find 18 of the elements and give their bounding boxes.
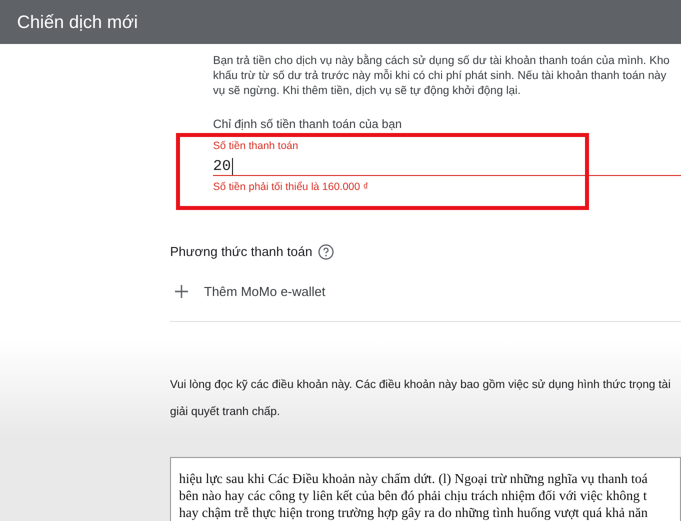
intro-text: Bạn trả tiền cho dịch vụ này bằng cách sử dụng số dư tài khoản thanh toán của mình. Kho — [213, 54, 671, 69]
terms-text: hay chậm trễ thực hiện trong trường hợp gây ra do những tình huống vượt quá khả năn — [179, 504, 649, 521]
help-icon[interactable] — [318, 244, 334, 260]
plus-icon — [175, 285, 188, 298]
error-message: Số tiền phải tối thiểu là 160.000 ₫ — [213, 181, 368, 194]
section-heading: Phương thức thanh toán — [170, 242, 312, 261]
intro-text: khấu trừ từ số dư trả trước này mỗi khi có chi phí phát sinh. Nếu tài khoản thanh toán này — [213, 69, 668, 84]
field-value: 20 — [213, 158, 234, 174]
add-wallet-button[interactable]: Thêm MoMo e-wallet — [170, 284, 326, 300]
terms-text: hiệu lực sau khi Các Điều khoản này chấm dứt. (l) Ngoại trừ những nghĩa vụ thanh toá — [179, 470, 649, 487]
amount-field[interactable]: Số tiền thanh toán 20 — [213, 140, 681, 176]
amount-heading: Chỉ định số tiền thanh toán của bạn — [213, 117, 402, 132]
terms-text: bên nào hay các công ty liên kết của bên đó phải chịu trách nhiệm đối với việc không t — [179, 487, 648, 504]
terms-notice: giải quyết tranh chấp. — [170, 405, 281, 420]
window-title: Chiến dịch mới — [17, 10, 138, 34]
intro-text: vụ sẽ ngừng. Khi thêm tiền, dịch vụ sẽ tự động khởi động lại. — [213, 84, 522, 99]
field-label: Số tiền thanh toán — [213, 140, 298, 153]
terms-notice: Vui lòng đọc kỹ các điều khoản này. Các điều khoản này bao gồm việc sử dụng hình thức trọng tài — [170, 378, 672, 393]
